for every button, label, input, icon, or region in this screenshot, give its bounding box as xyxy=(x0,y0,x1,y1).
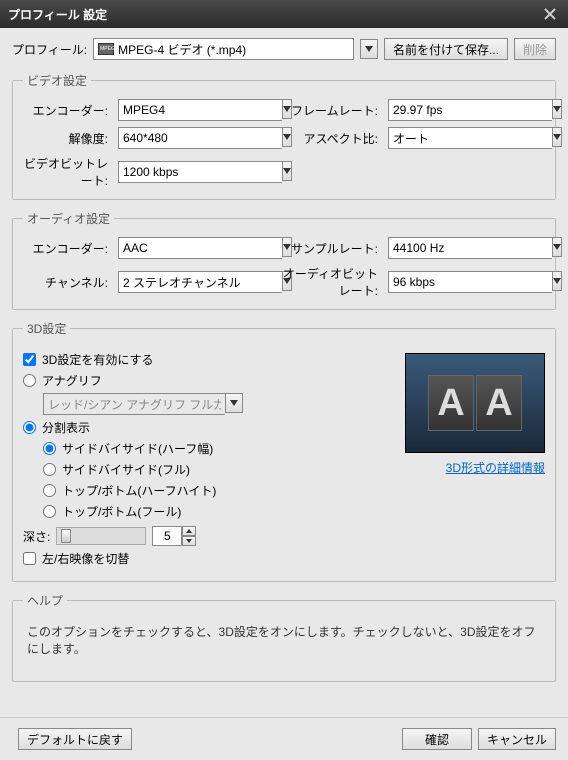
anaglyph-label: アナグリフ xyxy=(42,372,102,389)
profile-label: プロフィール: xyxy=(12,41,87,58)
encoder-label: エンコーダー: xyxy=(23,102,108,119)
video-settings-group: ビデオ設定 エンコーダー: フレームレート: 解像度: アスペクト比: ビデオビ… xyxy=(12,72,556,200)
samplerate-select[interactable] xyxy=(388,237,538,259)
spin-down[interactable] xyxy=(182,536,196,546)
depth-spinner[interactable] xyxy=(152,526,196,546)
framerate-label: フレームレート: xyxy=(278,102,378,119)
channel-label: チャンネル: xyxy=(23,274,108,291)
slider-thumb[interactable] xyxy=(61,529,71,543)
sbs-half-label: サイドバイサイド(ハーフ幅) xyxy=(62,440,213,457)
anaglyph-mode-select[interactable] xyxy=(43,393,243,415)
spin-up[interactable] xyxy=(182,526,196,536)
ok-button[interactable]: 確認 xyxy=(402,728,472,750)
save-as-button[interactable]: 名前を付けて保存... xyxy=(384,38,508,60)
3d-info-link[interactable]: 3D形式の詳細情報 xyxy=(446,461,545,475)
chevron-down-icon[interactable] xyxy=(225,393,243,413)
audio-legend: オーディオ設定 xyxy=(23,210,114,227)
channel-select[interactable] xyxy=(118,271,268,293)
close-button[interactable] xyxy=(540,4,560,24)
samplerate-label: サンプルレート: xyxy=(278,240,378,257)
video-bitrate-select[interactable] xyxy=(118,161,268,183)
help-legend: ヘルプ xyxy=(23,592,67,609)
help-group: ヘルプ このオプションをチェックすると、3D設定をオンにします。チェックしないと… xyxy=(12,592,556,682)
tb-half-label: トップ/ボトム(ハーフハイト) xyxy=(62,482,216,499)
resolution-label: 解像度: xyxy=(23,130,108,147)
audio-bitrate-label: オーディオビットレート: xyxy=(278,265,378,299)
preview-a-right: A xyxy=(476,375,522,431)
profile-dropdown-arrow[interactable] xyxy=(360,39,378,59)
preview-a-left: A xyxy=(428,375,474,431)
aspect-select[interactable] xyxy=(388,127,538,149)
mpeg-icon xyxy=(98,43,114,55)
cancel-button[interactable]: キャンセル xyxy=(478,728,556,750)
tb-full-radio[interactable] xyxy=(43,505,56,518)
sbs-full-radio[interactable] xyxy=(43,463,56,476)
audio-encoder-label: エンコーダー: xyxy=(23,240,108,257)
chevron-down-icon[interactable] xyxy=(282,161,292,181)
swap-lr-checkbox[interactable] xyxy=(23,552,36,565)
sbs-half-radio[interactable] xyxy=(43,442,56,455)
chevron-down-icon[interactable] xyxy=(552,237,562,257)
tb-half-radio[interactable] xyxy=(43,484,56,497)
video-encoder-select[interactable] xyxy=(118,99,268,121)
profile-select[interactable]: MPEG-4 ビデオ (*.mp4) xyxy=(93,38,354,60)
framerate-select[interactable] xyxy=(388,99,538,121)
video-legend: ビデオ設定 xyxy=(23,72,91,89)
sbs-full-label: サイドバイサイド(フル) xyxy=(62,461,190,478)
delete-button[interactable]: 削除 xyxy=(514,38,556,60)
help-text: このオプションをチェックすると、3D設定をオンにします。チェックしないと、3D設… xyxy=(23,619,545,661)
chevron-down-icon[interactable] xyxy=(552,127,562,147)
audio-bitrate-select[interactable] xyxy=(388,271,538,293)
restore-defaults-button[interactable]: デフォルトに戻す xyxy=(18,728,132,750)
depth-slider[interactable] xyxy=(56,527,146,545)
resolution-select[interactable] xyxy=(118,127,268,149)
enable-3d-checkbox[interactable] xyxy=(23,353,36,366)
tb-full-label: トップ/ボトム(フール) xyxy=(62,503,181,520)
video-bitrate-label: ビデオビットレート: xyxy=(23,155,108,189)
3d-legend: 3D設定 xyxy=(23,320,70,337)
audio-settings-group: オーディオ設定 エンコーダー: サンプルレート: チャンネル: オーディオビット… xyxy=(12,210,556,310)
window-title: プロフィール 設定 xyxy=(8,6,107,23)
aspect-label: アスペクト比: xyxy=(278,130,378,147)
audio-encoder-select[interactable] xyxy=(118,237,268,259)
chevron-down-icon[interactable] xyxy=(552,271,562,291)
profile-value: MPEG-4 ビデオ (*.mp4) xyxy=(118,41,349,58)
enable-3d-label: 3D設定を有効にする xyxy=(42,351,153,368)
split-label: 分割表示 xyxy=(42,419,90,436)
3d-settings-group: 3D設定 3D設定を有効にする アナグリフ 分割表示 サイドバイサイド(ハーフ幅… xyxy=(12,320,556,582)
3d-preview: AA xyxy=(405,353,545,453)
anaglyph-radio[interactable] xyxy=(23,374,36,387)
close-icon xyxy=(543,7,557,21)
depth-label: 深さ: xyxy=(23,528,50,545)
chevron-down-icon[interactable] xyxy=(552,99,562,119)
split-radio[interactable] xyxy=(23,421,36,434)
swap-lr-label: 左/右映像を切替 xyxy=(42,550,129,567)
